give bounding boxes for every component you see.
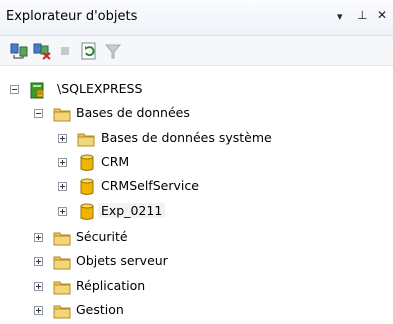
filter-icon[interactable] [104, 42, 122, 60]
folder-icon [77, 133, 95, 147]
pin-icon[interactable]: ⊥ [357, 8, 367, 22]
panel-title-bar: Explorateur d'objets ▾ ⊥ ✕ [0, 0, 393, 36]
tree-node-databases[interactable]: Bases de données [0, 102, 393, 126]
database-label: CRMSelfService [101, 178, 199, 193]
expand-toggle[interactable] [58, 182, 67, 191]
folder-label: Réplication [76, 278, 146, 293]
collapse-toggle[interactable] [10, 85, 19, 94]
folder-label: Sécurité [76, 229, 128, 244]
close-icon[interactable]: ✕ [377, 8, 387, 22]
folder-label: Gestion [76, 302, 124, 317]
tree-node-database[interactable]: CRM [0, 151, 393, 175]
database-label: Exp_0211 [98, 203, 166, 218]
folder-label: Objets serveur [76, 253, 168, 268]
tree-node-database[interactable]: CRMSelfService [0, 175, 393, 199]
server-icon [30, 82, 44, 99]
tree-node-database[interactable]: Exp_0211 [0, 200, 393, 224]
folder-icon [53, 108, 71, 122]
disconnect-icon[interactable] [33, 42, 51, 60]
tree-node-replication[interactable]: Réplication [0, 275, 393, 299]
object-tree: \SQLEXPRESS Bases de données Bases de do… [0, 66, 393, 324]
folder-icon [53, 305, 71, 319]
server-label: \SQLEXPRESS [57, 81, 143, 96]
toolbar [0, 36, 393, 66]
expand-toggle[interactable] [58, 158, 67, 167]
refresh-icon[interactable] [80, 42, 98, 60]
connect-icon[interactable] [10, 42, 28, 60]
database-icon [80, 203, 94, 220]
database-icon [80, 154, 94, 171]
tree-node-system-databases[interactable]: Bases de données système [0, 127, 393, 151]
expand-toggle[interactable] [34, 257, 43, 266]
tree-node-security[interactable]: Sécurité [0, 226, 393, 250]
expand-toggle[interactable] [58, 207, 67, 216]
tree-node-server-objects[interactable]: Objets serveur [0, 250, 393, 274]
panel-title: Explorateur d'objets [6, 9, 138, 24]
system-databases-label: Bases de données système [101, 130, 272, 145]
databases-label: Bases de données [76, 105, 190, 120]
dropdown-arrow-icon[interactable]: ▾ [337, 10, 343, 23]
folder-icon [53, 256, 71, 270]
expand-toggle[interactable] [58, 134, 67, 143]
object-explorer-panel: Explorateur d'objets ▾ ⊥ ✕ \SQLEXPRESS B… [0, 0, 393, 324]
expand-toggle[interactable] [34, 233, 43, 242]
stop-icon[interactable] [56, 42, 74, 60]
database-label: CRM [101, 154, 130, 169]
expand-toggle[interactable] [34, 306, 43, 315]
collapse-toggle[interactable] [34, 109, 43, 118]
folder-icon [53, 281, 71, 295]
expand-toggle[interactable] [34, 282, 43, 291]
tree-node-management[interactable]: Gestion [0, 299, 393, 323]
folder-icon [53, 232, 71, 246]
tree-node-server[interactable]: \SQLEXPRESS [0, 78, 393, 102]
database-icon [80, 178, 94, 195]
